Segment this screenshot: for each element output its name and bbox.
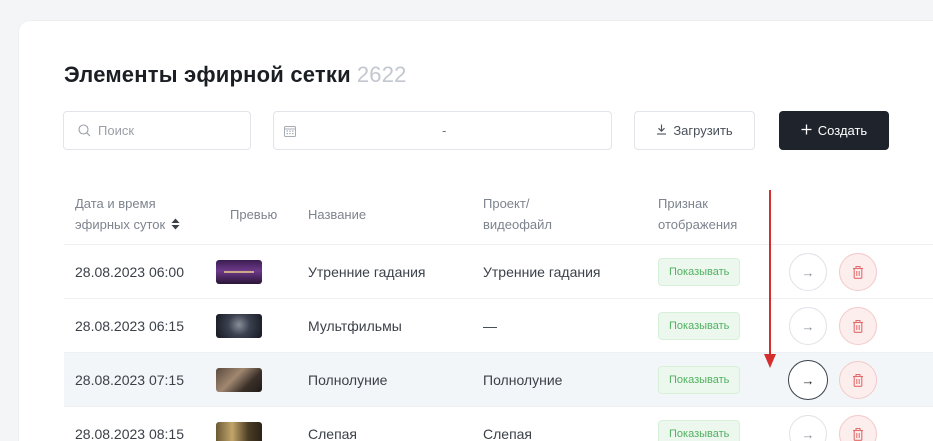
create-button-label: Создать [817,123,868,138]
open-row-button[interactable]: → [789,253,827,291]
delete-row-button[interactable] [839,415,877,441]
open-row-button[interactable]: → [788,360,828,400]
table-row[interactable]: 28.08.2023 07:15 Полнолуние Полнолуние П… [64,352,933,406]
row-date: 28.08.2023 06:00 [75,264,184,280]
trash-icon [853,427,863,441]
row-preview-cell [216,245,262,299]
column-header-project-line1: Проект/ [483,196,530,211]
delete-row-button[interactable] [839,361,877,399]
plus-icon [801,123,812,138]
column-header-display-sign: Признак отображения [658,193,768,235]
row-date: 28.08.2023 08:15 [75,426,184,441]
display-status-badge: Показывать [658,312,741,340]
row-project: Утренние гадания [483,264,601,280]
preview-thumbnail [216,314,262,338]
column-header-preview: Превью [230,207,278,222]
row-project: Слепая [483,426,533,441]
search-icon [78,124,92,138]
upload-button[interactable]: Загрузить [634,111,755,150]
create-button[interactable]: Создать [779,111,889,150]
row-preview-cell [216,407,262,441]
table-row[interactable]: 28.08.2023 06:00 Утренние гадания Утренн… [64,244,933,298]
date-range-picker[interactable]: - [273,111,612,150]
display-status-badge: Показывать [658,258,741,286]
open-row-button[interactable]: → [789,307,827,345]
items-count: 2622 [356,62,407,87]
trash-icon [853,373,863,387]
column-header-project-line2: видеофайл [483,217,552,232]
column-header-date-line2: эфирных суток [75,217,166,232]
page-title-text: Элементы эфирной сетки [64,62,351,87]
arrow-right-icon: → [801,426,815,441]
arrow-right-icon: → [801,264,815,280]
open-row-button[interactable]: → [789,415,827,441]
row-preview-cell [216,353,262,407]
arrow-right-icon: → [801,318,815,334]
table-row[interactable]: 28.08.2023 08:15 Слепая Слепая Показыват… [64,406,933,441]
row-name: Утренние гадания [308,264,426,280]
search-input[interactable] [98,123,248,138]
column-header-date[interactable]: Дата и время эфирных суток [75,193,215,236]
table-row[interactable]: 28.08.2023 06:15 Мультфильмы — Показыват… [64,298,933,352]
row-project: Полнолуние [483,372,563,388]
date-range-separator: - [442,123,447,138]
column-header-sign-line2: отображения [658,217,738,232]
preview-thumbnail [216,260,262,284]
calendar-icon [284,124,298,138]
arrow-right-icon: → [801,372,815,388]
delete-row-button[interactable] [839,253,877,291]
search-field[interactable] [63,111,251,150]
sort-icon[interactable] [171,215,180,236]
column-header-project: Проект/ видеофайл [483,193,603,235]
annotation-arrow-icon [764,190,776,368]
row-project: — [483,318,497,334]
trash-icon [853,265,863,279]
trash-icon [853,319,863,333]
display-status-badge: Показывать [658,366,741,394]
download-icon [656,123,667,138]
delete-row-button[interactable] [839,307,877,345]
preview-thumbnail [216,422,262,441]
column-header-date-line1: Дата и время [75,196,156,211]
page-title: Элементы эфирной сетки 2622 [64,62,407,88]
row-date: 28.08.2023 07:15 [75,372,184,388]
column-header-name: Название [308,207,367,222]
row-date: 28.08.2023 06:15 [75,318,184,334]
display-status-badge: Показывать [658,420,741,441]
upload-button-label: Загрузить [673,123,733,138]
column-header-sign-line1: Признак [658,196,708,211]
row-name: Полнолуние [308,372,388,388]
preview-thumbnail [216,368,262,392]
row-preview-cell [216,299,262,353]
row-name: Мультфильмы [308,318,402,334]
row-name: Слепая [308,426,358,441]
